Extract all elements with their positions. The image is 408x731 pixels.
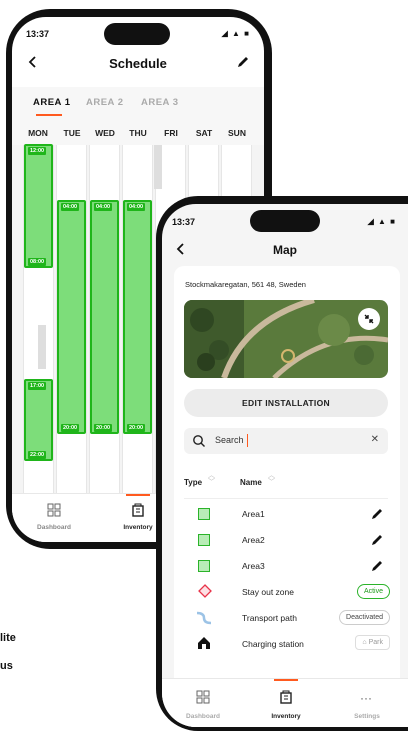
nav-inventory[interactable]: Inventory [262,713,310,720]
bottom-nav: Dashboard Inventory ··· Settings [162,678,408,727]
status-icons: ◢ ▲ ■ [367,217,396,226]
active-tab-indicator [36,114,62,116]
item-name: Stay out zone [242,587,294,597]
ghost-block [154,145,162,189]
address-text: Stockmakaregatan, 561 48, Sweden [185,280,306,289]
status-badge-active[interactable]: Active [356,584,390,599]
edit-installation-button[interactable]: EDIT INSTALLATION [184,389,388,417]
pencil-icon[interactable] [370,559,384,573]
notch [250,210,320,232]
dashboard-icon[interactable] [196,690,210,704]
divider [184,498,388,499]
schedule-block[interactable] [123,200,152,434]
block-end-time: 22:00 [28,451,47,459]
home-icon: ⌂ [362,639,367,646]
item-name: Area2 [242,535,265,545]
caption-line-2: us [0,660,13,672]
list-item[interactable]: Transport path Deactivated [174,606,400,632]
sort-icon[interactable]: ︿ ﹀ [268,472,275,486]
charging-station-icon [197,636,211,650]
day-mon: MON [28,128,48,138]
text-cursor [247,434,248,447]
column-header-type[interactable]: Type [184,478,202,487]
day-thu: THU [129,128,147,138]
status-time: 13:37 [172,217,196,227]
block-end-time: 20:00 [94,424,113,432]
area-icon [198,508,210,520]
schedule-block[interactable] [24,379,53,461]
search-field[interactable]: Search ✕ [184,428,388,454]
inventory-icon[interactable] [279,690,293,704]
block-start-time: 04:00 [94,203,113,211]
status-time: 13:37 [26,29,50,39]
status-badge-deactivated[interactable]: Deactivated [339,610,390,625]
list-item[interactable]: Area1 [174,502,400,528]
dashboard-icon[interactable] [47,503,61,517]
item-name: Transport path [242,613,297,623]
list-item[interactable]: Area3 [174,554,400,580]
nav-dashboard[interactable]: Dashboard [179,713,227,720]
day-sun: SUN [228,128,246,138]
schedule-block[interactable] [24,144,53,268]
status-icons: ◢ ▲ ■ [221,29,250,38]
block-start-time: 12:00 [28,147,47,155]
block-start-time: 17:00 [28,382,47,390]
nav-dashboard[interactable]: Dashboard [30,524,78,531]
clear-icon[interactable]: ✕ [371,434,379,445]
page-title: Map [273,243,297,257]
active-nav-indicator [126,494,150,496]
block-start-time: 04:00 [61,203,80,211]
schedule-block[interactable] [57,200,86,434]
page-title: Schedule [109,56,167,71]
search-icon [192,434,206,448]
map-screen: 13:37 ◢ ▲ ■ Map Stockmakaregatan, 561 48… [162,204,408,727]
tab-area-1[interactable]: AREA 1 [33,97,71,108]
more-icon[interactable]: ··· [360,691,372,705]
tab-area-3[interactable]: AREA 3 [141,97,179,108]
nav-settings[interactable]: Settings [345,713,389,720]
caption-line-1: lite [0,632,16,644]
transport-path-icon [196,611,212,625]
active-nav-indicator [274,679,298,681]
pencil-icon[interactable] [236,55,250,69]
day-wed: WED [95,128,115,138]
map-card: Stockmakaregatan, 561 48, Sweden EDIT IN… [174,266,400,727]
notch [104,23,170,45]
nav-inventory[interactable]: Inventory [114,524,162,531]
list-item[interactable]: Stay out zone Active [174,580,400,606]
pencil-icon[interactable] [370,533,384,547]
day-fri: FRI [164,128,178,138]
item-name: Charging station [242,639,304,649]
block-end-time: 08:00 [28,258,47,266]
schedule-block[interactable] [90,200,119,434]
item-name: Area3 [242,561,265,571]
stay-out-zone-icon [198,584,212,598]
block-end-time: 20:00 [61,424,80,432]
satellite-map[interactable] [184,300,388,378]
list-item[interactable]: Area2 [174,528,400,554]
park-label: Park [368,639,383,646]
day-tue: TUE [63,128,81,138]
pencil-icon[interactable] [370,507,384,521]
list-item[interactable]: Charging station ⌂ Park [174,632,400,658]
sort-icon[interactable]: ︿ ﹀ [208,472,215,486]
area-icon [198,560,210,572]
park-button[interactable]: ⌂ Park [355,635,390,650]
day-sat: SAT [195,128,213,138]
inventory-icon[interactable] [131,503,145,517]
ghost-block [38,325,46,369]
block-end-time: 20:00 [127,424,146,432]
tab-area-2[interactable]: AREA 2 [86,97,124,108]
collapse-icon[interactable] [358,308,380,330]
search-input[interactable]: Search [215,435,244,445]
column-header-name[interactable]: Name [240,478,262,487]
area-icon [198,534,210,546]
item-name: Area1 [242,509,265,519]
block-start-time: 04:00 [127,203,146,211]
